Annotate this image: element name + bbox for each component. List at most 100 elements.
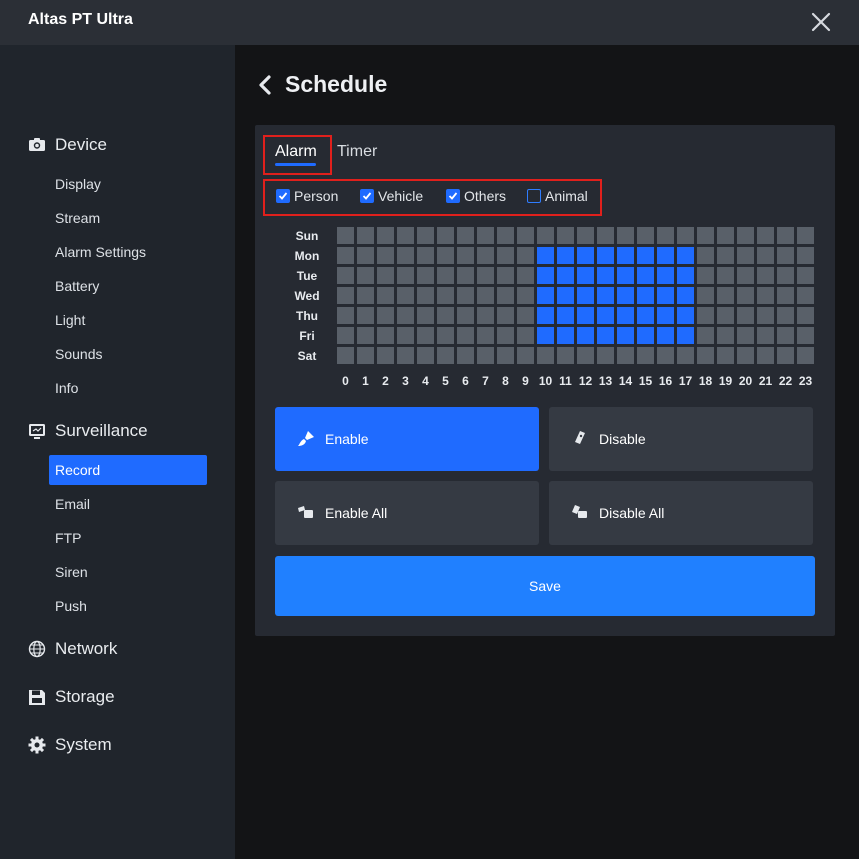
sidebar-section-storage[interactable]: Storage xyxy=(28,687,115,707)
schedule-cell-sun-8[interactable] xyxy=(497,227,514,244)
schedule-cell-sat-20[interactable] xyxy=(737,347,754,364)
schedule-cell-sun-14[interactable] xyxy=(617,227,634,244)
schedule-cell-fri-1[interactable] xyxy=(357,327,374,344)
sidebar-item-push[interactable]: Push xyxy=(49,591,207,621)
schedule-cell-fri-8[interactable] xyxy=(497,327,514,344)
schedule-cell-wed-5[interactable] xyxy=(437,287,454,304)
schedule-cell-mon-4[interactable] xyxy=(417,247,434,264)
schedule-cell-mon-20[interactable] xyxy=(737,247,754,264)
schedule-cell-thu-5[interactable] xyxy=(437,307,454,324)
checkbox-animal[interactable]: Animal xyxy=(527,188,588,204)
schedule-cell-sun-1[interactable] xyxy=(357,227,374,244)
schedule-cell-fri-0[interactable] xyxy=(337,327,354,344)
back-button[interactable] xyxy=(257,75,273,95)
schedule-cell-thu-21[interactable] xyxy=(757,307,774,324)
schedule-cell-tue-16[interactable] xyxy=(657,267,674,284)
schedule-cell-mon-19[interactable] xyxy=(717,247,734,264)
enable-button[interactable]: Enable xyxy=(275,407,539,471)
schedule-cell-wed-13[interactable] xyxy=(597,287,614,304)
schedule-cell-thu-6[interactable] xyxy=(457,307,474,324)
tab-alarm[interactable]: Alarm xyxy=(275,143,317,161)
schedule-cell-fri-16[interactable] xyxy=(657,327,674,344)
schedule-cell-fri-5[interactable] xyxy=(437,327,454,344)
schedule-cell-sun-6[interactable] xyxy=(457,227,474,244)
schedule-cell-sun-15[interactable] xyxy=(637,227,654,244)
schedule-cell-tue-5[interactable] xyxy=(437,267,454,284)
schedule-cell-tue-15[interactable] xyxy=(637,267,654,284)
schedule-cell-mon-9[interactable] xyxy=(517,247,534,264)
schedule-cell-wed-8[interactable] xyxy=(497,287,514,304)
schedule-cell-tue-3[interactable] xyxy=(397,267,414,284)
schedule-cell-wed-10[interactable] xyxy=(537,287,554,304)
schedule-cell-wed-7[interactable] xyxy=(477,287,494,304)
schedule-cell-wed-21[interactable] xyxy=(757,287,774,304)
schedule-cell-mon-1[interactable] xyxy=(357,247,374,264)
schedule-cell-sat-0[interactable] xyxy=(337,347,354,364)
schedule-cell-sat-17[interactable] xyxy=(677,347,694,364)
schedule-cell-tue-14[interactable] xyxy=(617,267,634,284)
schedule-cell-tue-7[interactable] xyxy=(477,267,494,284)
schedule-cell-tue-22[interactable] xyxy=(777,267,794,284)
schedule-cell-mon-7[interactable] xyxy=(477,247,494,264)
schedule-cell-sat-12[interactable] xyxy=(577,347,594,364)
schedule-cell-thu-13[interactable] xyxy=(597,307,614,324)
checkbox-others[interactable]: Others xyxy=(446,188,506,204)
schedule-cell-fri-3[interactable] xyxy=(397,327,414,344)
sidebar-item-email[interactable]: Email xyxy=(49,489,207,519)
schedule-cell-mon-18[interactable] xyxy=(697,247,714,264)
schedule-cell-sat-10[interactable] xyxy=(537,347,554,364)
schedule-cell-tue-0[interactable] xyxy=(337,267,354,284)
schedule-cell-wed-22[interactable] xyxy=(777,287,794,304)
schedule-cell-mon-6[interactable] xyxy=(457,247,474,264)
sidebar-section-surveillance[interactable]: Surveillance xyxy=(28,421,148,441)
schedule-cell-wed-17[interactable] xyxy=(677,287,694,304)
schedule-cell-tue-23[interactable] xyxy=(797,267,814,284)
schedule-cell-thu-1[interactable] xyxy=(357,307,374,324)
schedule-cell-tue-17[interactable] xyxy=(677,267,694,284)
sidebar-item-sounds[interactable]: Sounds xyxy=(49,339,207,369)
schedule-cell-thu-9[interactable] xyxy=(517,307,534,324)
schedule-cell-sun-5[interactable] xyxy=(437,227,454,244)
sidebar-item-display[interactable]: Display xyxy=(49,169,207,199)
sidebar-section-network[interactable]: Network xyxy=(28,639,117,659)
schedule-cell-thu-19[interactable] xyxy=(717,307,734,324)
schedule-cell-sat-11[interactable] xyxy=(557,347,574,364)
save-button[interactable]: Save xyxy=(275,556,815,616)
disable-button[interactable]: Disable xyxy=(549,407,813,471)
schedule-cell-fri-23[interactable] xyxy=(797,327,814,344)
schedule-cell-fri-11[interactable] xyxy=(557,327,574,344)
schedule-cell-fri-6[interactable] xyxy=(457,327,474,344)
schedule-cell-mon-2[interactable] xyxy=(377,247,394,264)
schedule-cell-wed-23[interactable] xyxy=(797,287,814,304)
schedule-cell-tue-13[interactable] xyxy=(597,267,614,284)
schedule-cell-mon-11[interactable] xyxy=(557,247,574,264)
sidebar-section-system[interactable]: System xyxy=(28,735,112,755)
schedule-cell-sun-20[interactable] xyxy=(737,227,754,244)
schedule-cell-sun-0[interactable] xyxy=(337,227,354,244)
schedule-cell-thu-12[interactable] xyxy=(577,307,594,324)
schedule-cell-wed-16[interactable] xyxy=(657,287,674,304)
schedule-cell-wed-0[interactable] xyxy=(337,287,354,304)
schedule-cell-wed-6[interactable] xyxy=(457,287,474,304)
schedule-cell-thu-22[interactable] xyxy=(777,307,794,324)
schedule-cell-wed-18[interactable] xyxy=(697,287,714,304)
schedule-cell-thu-17[interactable] xyxy=(677,307,694,324)
schedule-cell-thu-14[interactable] xyxy=(617,307,634,324)
checkbox-box[interactable] xyxy=(360,189,374,203)
schedule-cell-sat-22[interactable] xyxy=(777,347,794,364)
schedule-cell-fri-17[interactable] xyxy=(677,327,694,344)
schedule-cell-mon-22[interactable] xyxy=(777,247,794,264)
schedule-cell-mon-21[interactable] xyxy=(757,247,774,264)
disable-all-button[interactable]: Disable All xyxy=(549,481,813,545)
schedule-cell-sat-16[interactable] xyxy=(657,347,674,364)
sidebar-item-ftp[interactable]: FTP xyxy=(49,523,207,553)
schedule-cell-fri-12[interactable] xyxy=(577,327,594,344)
schedule-cell-tue-12[interactable] xyxy=(577,267,594,284)
schedule-cell-wed-20[interactable] xyxy=(737,287,754,304)
schedule-cell-thu-0[interactable] xyxy=(337,307,354,324)
schedule-cell-sun-4[interactable] xyxy=(417,227,434,244)
schedule-cell-sun-7[interactable] xyxy=(477,227,494,244)
schedule-cell-tue-19[interactable] xyxy=(717,267,734,284)
schedule-cell-fri-19[interactable] xyxy=(717,327,734,344)
schedule-cell-mon-13[interactable] xyxy=(597,247,614,264)
